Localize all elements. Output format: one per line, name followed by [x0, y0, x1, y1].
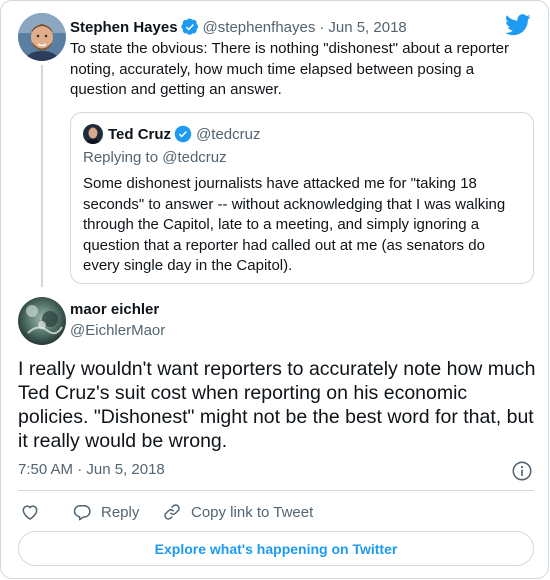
parent-tweet-date[interactable]: Jun 5, 2018 — [328, 19, 406, 36]
like-button[interactable] — [20, 499, 49, 525]
quoted-tweet-header: Ted Cruz @tedcruz — [83, 124, 260, 144]
thread-connector-line — [41, 65, 43, 287]
explore-twitter-button[interactable]: Explore what's happening on Twitter — [18, 531, 534, 566]
quoted-author-name[interactable]: Ted Cruz — [108, 126, 171, 143]
heart-icon — [22, 505, 38, 520]
parent-author-name[interactable]: Stephen Hayes — [70, 19, 178, 36]
parent-tweet-header: Stephen Hayes @stephenfhayes · Jun 5, 20… — [70, 17, 407, 37]
quoted-tweet-text: Some dishonest journalists have attacked… — [83, 175, 506, 274]
main-tweet-text: I really wouldn't want reporters to accu… — [18, 358, 536, 452]
reply-button[interactable]: Reply — [72, 499, 139, 525]
quoted-author-handle[interactable]: @tedcruz — [196, 126, 260, 143]
ted-cruz-avatar[interactable] — [83, 124, 103, 144]
maor-eichler-avatar[interactable] — [18, 297, 66, 345]
copy-link-label: Copy link to Tweet — [191, 503, 314, 521]
verified-badge-icon — [180, 18, 198, 35]
quoted-tweet[interactable]: Ted Cruz @tedcruz Replying to @tedcruz S… — [70, 112, 534, 284]
tweet-timestamp[interactable]: 7:50 AM · Jun 5, 2018 — [18, 461, 165, 478]
header-separator: · — [319, 18, 325, 36]
link-icon — [164, 504, 180, 520]
info-icon[interactable] — [511, 460, 533, 482]
parent-author-handle[interactable]: @stephenfhayes — [203, 19, 316, 36]
reply-label: Reply — [101, 503, 140, 521]
copy-link-button[interactable]: Copy link to Tweet — [162, 499, 313, 525]
stephen-hayes-avatar[interactable] — [18, 13, 66, 61]
actions-divider — [18, 490, 534, 491]
reply-bubble-icon — [73, 505, 91, 521]
main-author-name[interactable]: maor eichler — [70, 301, 159, 318]
replying-to-label: Replying to @tedcruz — [83, 149, 227, 166]
main-author-handle[interactable]: @EichlerMaor — [70, 322, 165, 339]
twitter-bird-icon[interactable] — [505, 14, 531, 36]
embedded-tweet-card: Stephen Hayes @stephenfhayes · Jun 5, 20… — [0, 0, 549, 579]
verified-badge-icon — [174, 125, 192, 143]
parent-tweet-text: To state the obvious: There is nothing "… — [70, 40, 509, 98]
